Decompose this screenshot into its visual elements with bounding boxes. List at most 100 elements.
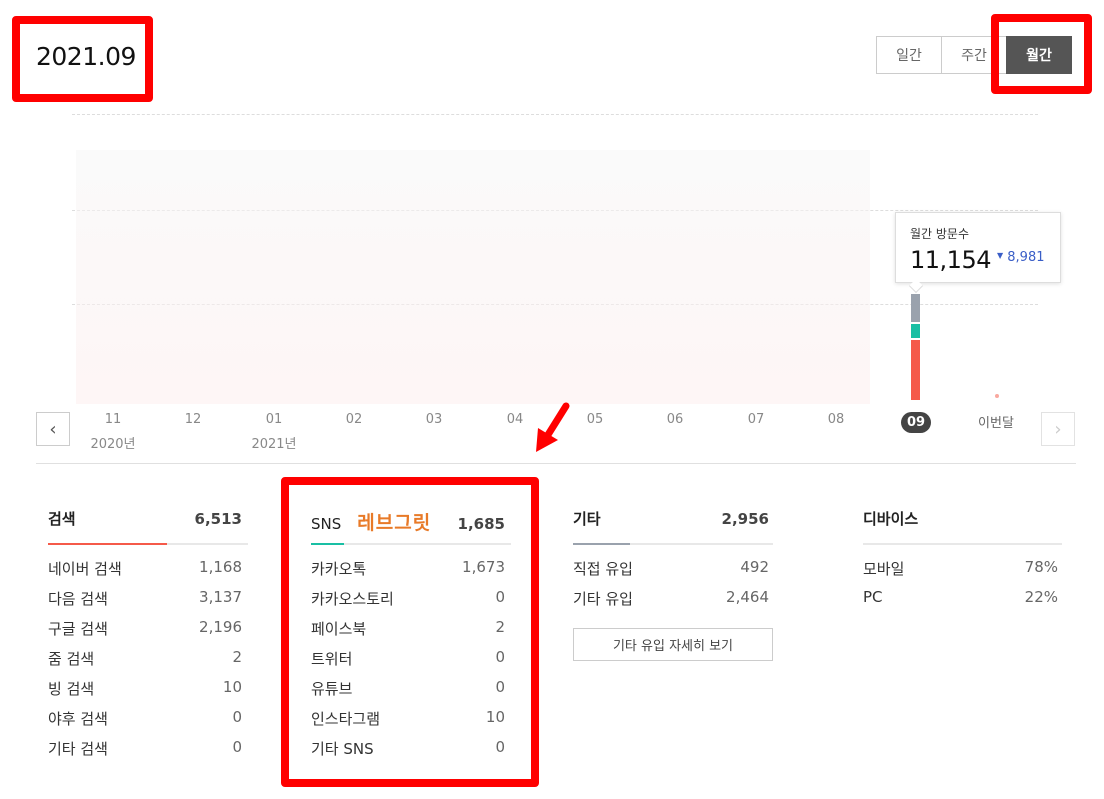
device-panel: 디바이스 모바일 78% PC 22% [863, 508, 1062, 618]
tab-daily[interactable]: 일간 [876, 36, 942, 74]
down-triangle-icon: ▼ [996, 251, 1004, 260]
list-item: PC 22% [863, 588, 1062, 618]
row-label: 기타 유입 [573, 590, 633, 608]
bar-segment-other [911, 294, 920, 322]
timeline-month-current[interactable]: 09 [886, 412, 946, 433]
row-label: 다음 검색 [48, 590, 108, 608]
month-label: 06 [666, 412, 684, 427]
list-item: 빙 검색 10 [48, 678, 248, 708]
timeline-month[interactable]: 05 [565, 412, 625, 427]
list-item: 야후 검색 0 [48, 708, 248, 738]
row-value: 78% [1024, 558, 1058, 576]
month-label: 09 [900, 412, 932, 433]
blurred-chart-area [76, 150, 870, 404]
month-label: 05 [586, 412, 604, 427]
row-label: PC [863, 588, 883, 606]
grid-line-top [72, 114, 1038, 115]
timeline-month-this[interactable]: 이번달 [966, 412, 1026, 431]
timeline-month[interactable]: 08 [806, 412, 866, 427]
month-label: 03 [425, 412, 443, 427]
month-label: 07 [747, 412, 765, 427]
month-label: 11 [104, 412, 122, 427]
timeline-month[interactable]: 02 [324, 412, 384, 427]
year-label: 2021년 [251, 437, 297, 452]
row-label: 야후 검색 [48, 710, 108, 728]
row-value: 22% [1024, 588, 1058, 606]
other-rows: 직접 유입 492 기타 유입 2,464 [573, 558, 773, 618]
month-label: 08 [827, 412, 845, 427]
row-label: 줌 검색 [48, 650, 95, 668]
section-divider [36, 463, 1076, 464]
row-value: 10 [222, 678, 242, 696]
tooltip-label: 월간 방문수 [910, 227, 970, 241]
other-detail-button[interactable]: 기타 유입 자세히 보기 [573, 628, 773, 661]
search-panel-header: 검색 6,513 [48, 508, 248, 545]
red-arrow-annotation [536, 402, 570, 452]
device-title: 디바이스 [863, 510, 919, 528]
month-label: 02 [345, 412, 363, 427]
row-value: 492 [740, 558, 769, 576]
month-label: 12 [184, 412, 202, 427]
bar-segment-sns [911, 324, 920, 338]
search-accent-line [48, 543, 167, 545]
row-value: 3,137 [199, 588, 242, 606]
row-value: 2,464 [726, 588, 769, 606]
prev-period-button[interactable]: ‹ [36, 412, 70, 446]
other-title: 기타 [573, 510, 601, 528]
chevron-left-icon: ‹ [49, 418, 57, 440]
highlight-box-period [12, 16, 153, 102]
month-label: 이번달 [978, 416, 1014, 431]
chart-blur [76, 150, 870, 404]
tooltip-previous-value: 8,981 [1007, 250, 1045, 265]
other-panel-header: 기타 2,956 [573, 508, 773, 545]
device-panel-header: 디바이스 [863, 508, 1062, 545]
row-value: 1,168 [199, 558, 242, 576]
timeline-month[interactable]: 07 [726, 412, 786, 427]
current-month-bar[interactable] [911, 294, 920, 400]
timeline-month[interactable]: 03 [404, 412, 464, 427]
next-period-button[interactable]: › [1041, 412, 1075, 446]
list-item: 직접 유입 492 [573, 558, 773, 588]
bar-segment-search [911, 340, 920, 400]
row-value: 2,196 [199, 618, 242, 636]
month-label: 04 [506, 412, 524, 427]
tooltip-value: 11,154 [910, 246, 991, 274]
row-value: 2 [232, 648, 242, 666]
other-panel: 기타 2,956 직접 유입 492 기타 유입 2,464 기타 유입 자세히 보… [573, 508, 773, 661]
device-rows: 모바일 78% PC 22% [863, 558, 1062, 618]
highlight-box-sns [281, 477, 539, 787]
search-panel: 검색 6,513 네이버 검색 1,168 다음 검색 3,137 구글 검색 2,1… [48, 508, 248, 768]
timeline-month[interactable]: 06 [645, 412, 705, 427]
list-item: 기타 유입 2,464 [573, 588, 773, 618]
row-value: 0 [232, 738, 242, 756]
year-label: 2020년 [90, 437, 136, 452]
chevron-right-icon: › [1054, 418, 1062, 440]
row-label: 네이버 검색 [48, 560, 122, 578]
list-item: 다음 검색 3,137 [48, 588, 248, 618]
search-rows: 네이버 검색 1,168 다음 검색 3,137 구글 검색 2,196 줌 검색 2 … [48, 558, 248, 768]
list-item: 구글 검색 2,196 [48, 618, 248, 648]
row-label: 빙 검색 [48, 680, 95, 698]
list-item: 줌 검색 2 [48, 648, 248, 678]
list-item: 기타 검색 0 [48, 738, 248, 768]
month-label: 01 [265, 412, 283, 427]
timeline-month[interactable]: 01 2021년 [244, 412, 304, 452]
tooltip-previous: ▼ 8,981 [997, 250, 1045, 265]
other-accent-line [573, 543, 630, 545]
other-total: 2,956 [721, 510, 769, 528]
row-value: 0 [232, 708, 242, 726]
timeline-month[interactable]: 12 [163, 412, 223, 427]
list-item: 네이버 검색 1,168 [48, 558, 248, 588]
current-month-dot [995, 394, 999, 398]
row-label: 직접 유입 [573, 560, 633, 578]
row-label: 모바일 [863, 560, 905, 578]
timeline-month[interactable]: 11 2020년 [83, 412, 143, 452]
row-label: 기타 검색 [48, 740, 108, 758]
visits-tooltip: 월간 방문수 11,154 ▼ 8,981 [895, 212, 1061, 283]
search-total: 6,513 [194, 510, 242, 528]
search-title: 검색 [48, 510, 76, 528]
blurred-bars [76, 150, 870, 404]
list-item: 모바일 78% [863, 558, 1062, 588]
highlight-box-monthly [991, 14, 1092, 94]
row-label: 구글 검색 [48, 620, 108, 638]
